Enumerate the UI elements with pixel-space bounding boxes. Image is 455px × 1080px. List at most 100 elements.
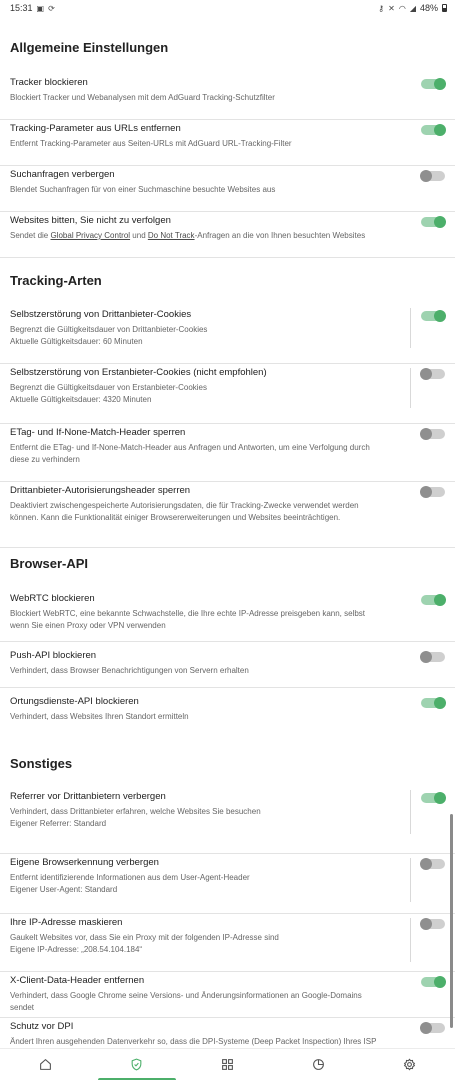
toggle-switch[interactable] <box>420 368 445 380</box>
setting-description: Verhindert, dass Drittanbieter erfahren,… <box>10 807 261 816</box>
toggle-switch[interactable] <box>420 858 445 870</box>
setting-hide-referrer[interactable]: Referrer vor Drittanbietern verbergen Ve… <box>0 788 455 854</box>
setting-description: Verhindert, dass Websites Ihren Standort… <box>10 712 189 721</box>
toggle-switch[interactable] <box>420 1022 445 1034</box>
setting-title: Drittanbieter-Autorisierungsheader sperr… <box>10 485 191 496</box>
desc-text: Sendet die <box>10 231 51 240</box>
setting-title: Referrer vor Drittanbietern verbergen <box>10 791 166 802</box>
setting-hide-user-agent[interactable]: Eigene Browserkennung verbergen Entfernt… <box>0 854 455 914</box>
toggle-knob <box>434 976 446 988</box>
setting-remove-url-params[interactable]: Tracking-Parameter aus URLs entfernen En… <box>0 120 455 166</box>
toggle-switch[interactable] <box>421 697 446 709</box>
setting-title: Websites bitten, Sie nicht zu verfolgen <box>10 215 171 226</box>
setting-description: Blendet Suchanfragen für von einer Suchm… <box>10 185 276 194</box>
setting-etag-headers[interactable]: ETag- und If-None-Match-Header sperren E… <box>0 424 455 482</box>
settings-scroll-area[interactable]: Allgemeine Einstellungen Tracker blockie… <box>0 16 455 1048</box>
do-not-track-link[interactable]: Do Not Track <box>148 231 195 240</box>
toggle-knob <box>434 697 446 709</box>
toggle-knob <box>420 858 432 870</box>
nav-home[interactable] <box>16 1049 76 1080</box>
toggle-knob <box>420 368 432 380</box>
toggle-knob <box>434 124 446 136</box>
setting-description: Blockiert WebRTC, eine bekannte Schwachs… <box>10 609 366 630</box>
battery-percent: 48% <box>419 3 438 13</box>
section-title-misc: Sonstiges <box>10 756 73 771</box>
setting-x-client-data[interactable]: X-Client-Data-Header entfernen Verhinder… <box>0 972 455 1018</box>
toggle-switch[interactable] <box>421 594 446 606</box>
setting-current-value: Eigener Referrer: Standard <box>10 819 107 828</box>
setting-third-party-auth-header[interactable]: Drittanbieter-Autorisierungsheader sperr… <box>0 482 455 548</box>
nav-settings[interactable] <box>380 1049 440 1080</box>
toggle-switch[interactable] <box>421 792 446 804</box>
desc-text: und <box>130 231 148 240</box>
setting-current-value: Aktuelle Gültigkeitsdauer: 60 Minuten <box>10 337 143 346</box>
desc-text: -Anfragen an die von Ihnen besuchten Web… <box>194 231 366 240</box>
status-bar: 15:31 ▣ ⟳ ⚷ ✕ ◠ ◢ 48% <box>0 0 455 16</box>
settings-icon <box>403 1058 416 1071</box>
mute-icon: ✕ <box>388 3 395 13</box>
divider <box>410 918 411 962</box>
setting-webrtc[interactable]: WebRTC blockieren Blockiert WebRTC, eine… <box>0 590 455 642</box>
setting-title: Ihre IP-Adresse maskieren <box>10 917 123 928</box>
toggle-switch[interactable] <box>421 216 446 228</box>
global-privacy-control-link[interactable]: Global Privacy Control <box>50 231 130 240</box>
setting-description: Verhindert, dass Browser Benachrichtigun… <box>10 666 249 675</box>
scrollbar[interactable] <box>450 814 453 1028</box>
stats-icon <box>313 1059 324 1070</box>
setting-description: Sendet die Global Privacy Control und Do… <box>10 230 385 242</box>
toggle-knob <box>434 78 446 90</box>
toggle-switch[interactable] <box>420 651 445 663</box>
toggle-switch[interactable] <box>420 170 445 182</box>
toggle-knob <box>420 170 432 182</box>
toggle-knob <box>420 651 432 663</box>
setting-first-party-cookies[interactable]: Selbstzerstörung von Erstanbieter-Cookie… <box>0 364 455 424</box>
setting-title: WebRTC blockieren <box>10 593 95 604</box>
nav-statistics[interactable] <box>289 1049 349 1080</box>
sync-notification-icon: ⟳ <box>48 3 55 13</box>
setting-title: Tracker blockieren <box>10 77 88 88</box>
setting-title: ETag- und If-None-Match-Header sperren <box>10 427 186 438</box>
bottom-navigation <box>0 1048 455 1080</box>
setting-description: Entfernt identifizierende Informationen … <box>10 873 250 882</box>
toggle-knob <box>434 594 446 606</box>
setting-third-party-cookies[interactable]: Selbstzerstörung von Drittanbieter-Cooki… <box>0 306 455 364</box>
toggle-switch[interactable] <box>421 976 446 988</box>
setting-title: Schutz vor DPI <box>10 1021 74 1032</box>
nav-protection[interactable] <box>97 1049 176 1080</box>
setting-title: Push-API blockieren <box>10 650 97 661</box>
toggle-knob <box>420 486 432 498</box>
divider <box>410 790 411 834</box>
setting-title: X-Client-Data-Header entfernen <box>10 975 145 986</box>
setting-description: Gaukelt Websites vor, dass Sie ein Proxy… <box>10 933 279 942</box>
section-title-browser-api: Browser-API <box>10 556 89 571</box>
toggle-switch[interactable] <box>421 310 446 322</box>
nav-apps[interactable] <box>198 1049 258 1080</box>
setting-block-trackers[interactable]: Tracker blockieren Blockiert Tracker und… <box>0 74 455 120</box>
setting-geolocation-api[interactable]: Ortungsdienste-API blockieren Verhindert… <box>0 688 455 732</box>
setting-title: Ortungsdienste-API blockieren <box>10 696 139 707</box>
section-title-general: Allgemeine Einstellungen <box>10 40 169 55</box>
toggle-switch[interactable] <box>420 486 445 498</box>
shield-icon <box>131 1058 142 1071</box>
wifi-icon: ◠ <box>398 3 406 13</box>
toggle-switch[interactable] <box>420 918 445 930</box>
setting-mask-ip[interactable]: Ihre IP-Adresse maskieren Gaukelt Websit… <box>0 914 455 972</box>
apps-icon <box>222 1059 233 1070</box>
toggle-knob <box>420 428 432 440</box>
setting-push-api[interactable]: Push-API blockieren Verhindert, dass Bro… <box>0 642 455 688</box>
toggle-switch[interactable] <box>421 124 446 136</box>
setting-title: Selbstzerstörung von Erstanbieter-Cookie… <box>10 367 267 378</box>
toggle-switch[interactable] <box>420 428 445 440</box>
setting-description: Deaktiviert zwischengespeicherte Autoris… <box>10 501 359 522</box>
divider <box>410 858 411 902</box>
toggle-knob <box>434 310 446 322</box>
toggle-knob <box>434 216 446 228</box>
toggle-knob <box>420 1022 432 1034</box>
setting-hide-search-queries[interactable]: Suchanfragen verbergen Blendet Suchanfra… <box>0 166 455 212</box>
setting-do-not-track[interactable]: Websites bitten, Sie nicht zu verfolgen … <box>0 212 455 258</box>
setting-description: Begrenzt die Gültigkeitsdauer von Dritta… <box>10 325 208 334</box>
toggle-switch[interactable] <box>421 78 446 90</box>
setting-dpi-protection[interactable]: Schutz vor DPI Ändert Ihren ausgehenden … <box>0 1018 455 1048</box>
setting-description: Ändert Ihren ausgehenden Datenverkehr so… <box>10 1037 377 1046</box>
setting-description: Begrenzt die Gültigkeitsdauer von Erstan… <box>10 383 207 392</box>
